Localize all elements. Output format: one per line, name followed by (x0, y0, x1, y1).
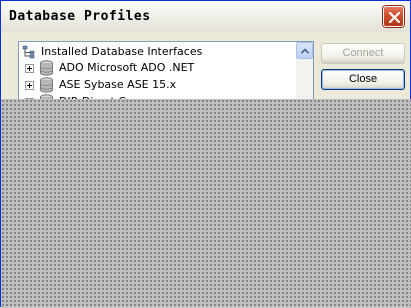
scroll-up-button[interactable] (296, 42, 313, 59)
database-icon (40, 60, 53, 76)
tree-root-label: Installed Database Interfaces (41, 45, 203, 58)
window-title: Database Profiles (9, 9, 151, 24)
tree-network-icon (22, 45, 35, 59)
expand-plus-icon[interactable] (25, 81, 34, 90)
obscured-region (1, 99, 411, 308)
close-button[interactable]: Close (321, 69, 405, 90)
expand-plus-icon[interactable] (25, 64, 34, 73)
tree-item-label: ADO Microsoft ADO .NET (59, 61, 195, 74)
window-close-button[interactable] (383, 6, 404, 27)
close-icon (388, 11, 401, 24)
connect-button[interactable]: Connect (321, 43, 405, 64)
chevron-up-icon (301, 48, 309, 54)
title-bar[interactable]: Database Profiles (1, 1, 410, 32)
tree-item-label: ASE Sybase ASE 15.x (59, 78, 177, 91)
database-icon (40, 77, 53, 93)
database-profiles-window: Database Profiles Installed Database Int… (0, 0, 411, 308)
